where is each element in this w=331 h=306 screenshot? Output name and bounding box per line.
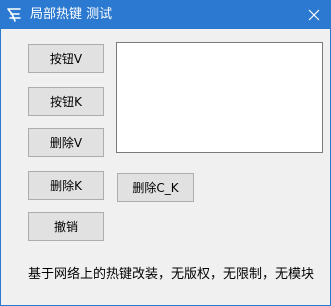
hotkey-k-button[interactable]: 按钮K xyxy=(28,87,104,116)
undo-button[interactable]: 撤销 xyxy=(28,212,104,241)
title-bar[interactable]: 局部热键 测试 xyxy=(1,1,330,29)
output-text-area[interactable] xyxy=(116,42,323,153)
delete-v-button[interactable]: 删除V xyxy=(28,128,104,157)
delete-c-k-button[interactable]: 删除C_K xyxy=(117,173,194,202)
hotkey-v-button[interactable]: 按钮V xyxy=(28,44,104,73)
app-logo-icon xyxy=(6,6,24,24)
window-title: 局部热键 测试 xyxy=(30,7,113,22)
close-button[interactable] xyxy=(298,1,330,29)
close-icon xyxy=(308,9,320,21)
delete-k-button[interactable]: 删除K xyxy=(28,171,104,200)
main-window: 局部热键 测试 按钮V 按钮K 删除V 删除K 删除C_K 撤销 基于网络上的热… xyxy=(0,0,331,306)
status-label: 基于网络上的热键改装，无版权，无限制，无模块 xyxy=(28,267,315,282)
